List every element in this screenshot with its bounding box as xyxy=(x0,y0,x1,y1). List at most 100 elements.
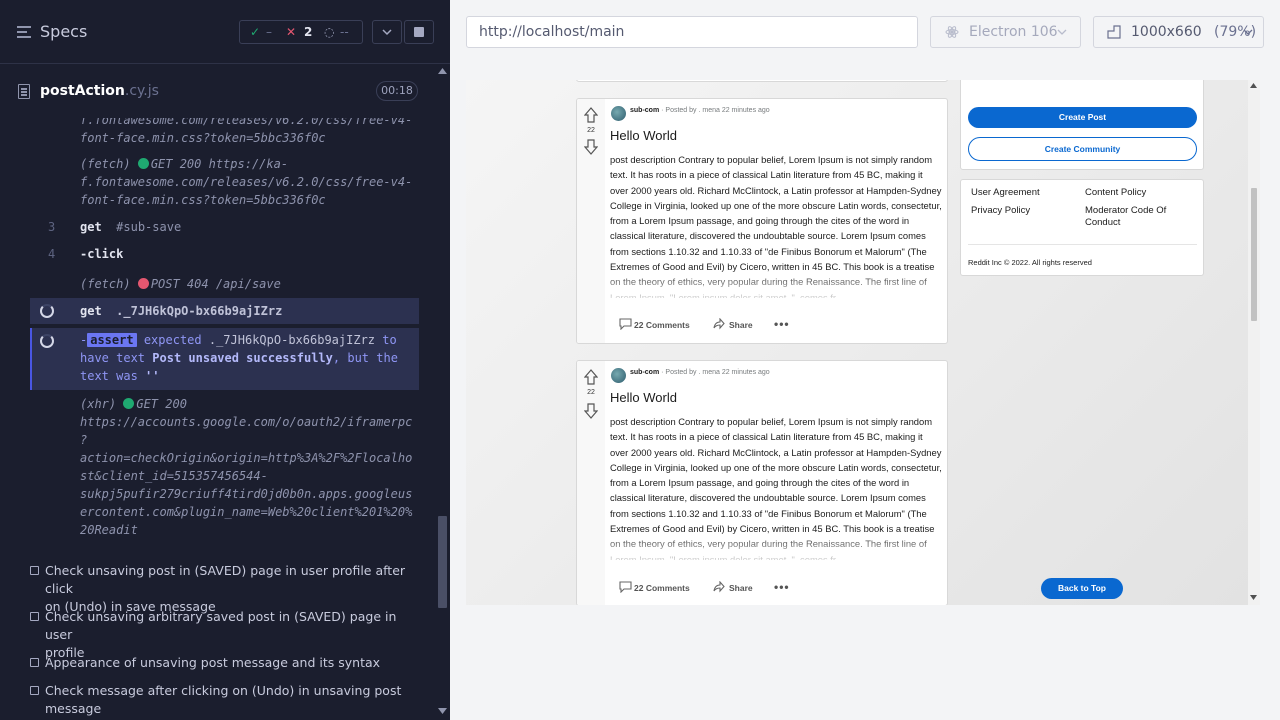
posted-by: · Posted by . mena 22 minutes ago xyxy=(661,369,770,376)
privacy-policy-link[interactable]: Privacy Policy xyxy=(971,205,1030,216)
post-title[interactable]: Hello World xyxy=(610,390,677,405)
success-dot-icon xyxy=(137,158,149,169)
app-scrollbar-thumb[interactable] xyxy=(1251,188,1257,321)
command-text: sukpj5pufir279criuff4tird0jd0b0n.apps.go… xyxy=(80,487,413,501)
footer-links-card: User Agreement Content Policy Privacy Po… xyxy=(960,179,1204,276)
viewport-selector[interactable]: 1000x660 (79%) xyxy=(1093,16,1264,48)
command-log-panel: Specs ✓ – ✕ 2 ◌ -- postAction.cy.js 00:1… xyxy=(0,0,450,720)
file-icon xyxy=(18,84,30,99)
command-prefix: (xhr) xyxy=(80,397,117,411)
share-button[interactable]: Share xyxy=(729,583,753,593)
test-title: Check message after clicking on (Undo) i… xyxy=(45,683,402,698)
pending-count: -- xyxy=(340,25,349,39)
electron-icon xyxy=(945,26,959,38)
create-post-button[interactable]: Create Post xyxy=(968,107,1197,128)
command-log-scrollbar[interactable] xyxy=(437,64,449,720)
share-button[interactable]: Share xyxy=(729,320,753,330)
stop-button[interactable] xyxy=(404,20,434,44)
post-title[interactable]: Hello World xyxy=(610,128,677,143)
browser-name: Electron 106 xyxy=(969,24,1058,40)
more-options-icon[interactable]: ••• xyxy=(774,317,790,331)
post-card[interactable]: 22 sub-com · Posted by . mena 22 minutes… xyxy=(576,360,948,605)
url-field[interactable]: http://localhost/main xyxy=(466,16,918,48)
assert-row[interactable]: - assert expected ._7JH6kQpO-bx66b9ajIZrz… xyxy=(30,328,419,390)
command-text: action=checkOrigin&origin=http%3A%2F%2Fl… xyxy=(80,451,413,465)
command-text: ? xyxy=(80,433,88,447)
create-community-button[interactable]: Create Community xyxy=(968,137,1197,161)
scroll-up-arrow-icon[interactable] xyxy=(438,68,448,76)
moderator-code-link[interactable]: Moderator Code Of Conduct xyxy=(1085,205,1195,229)
command-row[interactable]: 4 -click xyxy=(30,245,419,263)
test-title: message xyxy=(45,701,102,716)
post-card[interactable]: 22 sub-com · Posted by . mena 22 minutes… xyxy=(576,98,948,344)
scrollbar-thumb[interactable] xyxy=(438,516,447,608)
command-row[interactable]: f.fontawesome.com/releases/v6.2.0/css/fr… xyxy=(30,118,419,147)
loading-spinner-icon xyxy=(40,334,54,348)
loading-spinner-icon xyxy=(40,304,54,318)
command-prefix: (fetch) xyxy=(80,277,131,291)
test-title: Appearance of unsaving post message and … xyxy=(45,655,381,670)
menu-icon[interactable] xyxy=(17,25,31,39)
command-arg: ._7JH6kQpO-bx66b9ajIZrz xyxy=(116,304,283,318)
app-scrollbar[interactable] xyxy=(1248,80,1260,605)
test-status-icon xyxy=(30,686,39,695)
command-arg: #sub-save xyxy=(116,220,182,234)
command-row[interactable]: 3 get #sub-save xyxy=(30,218,419,236)
test-title: Check unsaving arbitrary saved post in (… xyxy=(45,609,397,642)
back-to-top-button[interactable]: Back to Top xyxy=(1041,578,1123,599)
vote-column xyxy=(577,361,605,605)
chevron-down-icon xyxy=(1243,29,1253,35)
command-text: font-face.min.css?token=5bbc336f0c xyxy=(80,131,326,145)
scroll-down-arrow-icon[interactable] xyxy=(1250,595,1258,601)
scroll-down-arrow-icon[interactable] xyxy=(438,708,448,716)
scroll-up-arrow-icon[interactable] xyxy=(1250,83,1258,89)
community-avatar[interactable] xyxy=(611,106,626,121)
viewport-ruler-icon xyxy=(1107,25,1121,39)
test-item[interactable]: Appearance of unsaving post message and … xyxy=(30,654,410,672)
assert-value: '' xyxy=(145,369,160,383)
user-agreement-link[interactable]: User Agreement xyxy=(971,187,1040,198)
downvote-arrow-icon[interactable] xyxy=(584,139,598,155)
more-options-icon[interactable]: ••• xyxy=(774,580,790,594)
app-preview-panel: http://localhost/main Electron 106 1000x… xyxy=(450,0,1280,720)
assert-tag: assert xyxy=(87,333,137,347)
downvote-arrow-icon[interactable] xyxy=(584,403,598,419)
command-number: 3 xyxy=(48,220,56,234)
upvote-arrow-icon[interactable] xyxy=(584,369,598,385)
spec-file-row: postAction.cy.js 00:18 xyxy=(0,72,435,110)
test-title: Check unsaving post in (SAVED) page in u… xyxy=(45,563,406,596)
success-dot-icon xyxy=(123,398,135,409)
content-policy-link[interactable]: Content Policy xyxy=(1085,187,1146,198)
browser-selector[interactable]: Electron 106 xyxy=(930,16,1081,48)
share-icon xyxy=(713,318,725,330)
upvote-arrow-icon[interactable] xyxy=(584,107,598,123)
share-icon xyxy=(713,581,725,593)
test-item[interactable]: Check message after clicking on (Undo) i… xyxy=(30,682,410,718)
chevron-down-icon xyxy=(382,29,392,36)
command-text: font-face.min.css?token=5bbc336f0c xyxy=(80,193,326,207)
command-row[interactable]: (xhr) GET 200 https://accounts.google.co… xyxy=(30,395,419,544)
divider xyxy=(968,244,1197,245)
collapse-button[interactable] xyxy=(372,20,402,44)
spec-file-name[interactable]: postAction.cy.js xyxy=(40,83,159,99)
post-meta: sub-com · Posted by . mena 22 minutes ag… xyxy=(630,107,770,114)
comments-button[interactable]: 22 Comments xyxy=(634,320,690,330)
community-name[interactable]: sub-com xyxy=(630,369,659,376)
command-text: GET 200 https://ka- xyxy=(150,157,289,171)
community-avatar[interactable] xyxy=(611,368,626,383)
specs-title[interactable]: Specs xyxy=(40,22,87,41)
spec-file-basename: postAction xyxy=(40,83,125,99)
error-dot-icon xyxy=(137,278,149,289)
command-text: text was xyxy=(80,369,138,383)
command-row-active[interactable]: get ._7JH6kQpO-bx66b9ajIZrz xyxy=(30,298,419,324)
test-status-icon xyxy=(30,658,39,667)
comment-icon xyxy=(619,318,632,330)
command-text: https://accounts.google.com/o/oauth2/ifr… xyxy=(80,415,413,429)
command-row[interactable]: (fetch) POST 404 /api/save xyxy=(30,275,419,293)
command-row[interactable]: (fetch) GET 200 https://ka- f.fontawesom… xyxy=(30,155,419,209)
community-name[interactable]: sub-com xyxy=(630,107,659,114)
chevron-down-icon xyxy=(1057,29,1067,35)
fail-x-icon: ✕ xyxy=(286,25,297,39)
comments-button[interactable]: 22 Comments xyxy=(634,583,690,593)
command-text: ercontent.com&plugin_name=Web%20client%2… xyxy=(80,505,413,519)
